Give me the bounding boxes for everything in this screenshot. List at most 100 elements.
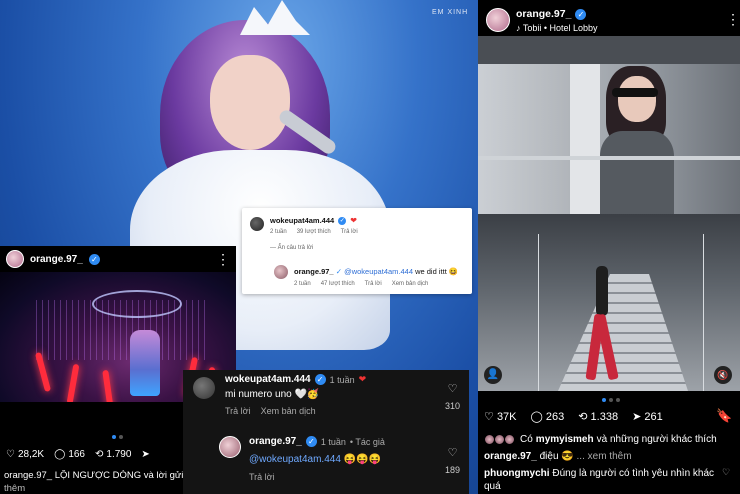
username[interactable]: orange.97_ [516,8,571,20]
reply-username[interactable]: orange.97_ [294,267,334,276]
music-note-icon: ♪ [516,23,521,33]
reply-text: orange.97_ ✓ @wokeupat4am.444 we did itt… [294,267,458,276]
verified-icon: ✓ [335,267,342,276]
comment-count: 263 [545,411,565,423]
like-count: 28,2K [17,449,45,460]
comment-icon: ◯ [54,449,66,460]
post-image-bottom[interactable]: 👤 🔇 [478,214,740,391]
author-badge: • Tác giả [349,436,385,447]
reply-time: 1 tuần [320,436,346,447]
post-image-top[interactable] [478,36,740,214]
comment-button[interactable]: ◯ 263 [531,410,565,423]
cool-emoji-icon: 😎 [561,451,574,462]
liked-heart-icon: ❤ [358,374,367,384]
comment-button[interactable]: ◯ 166 [54,449,85,460]
mention-link[interactable]: @wokeupat4am.444 [344,267,413,276]
left-post-header: orange.97_ ✓ ⋮ [0,246,236,272]
red-light [102,369,114,402]
translate-link[interactable]: Xem bản dịch [261,406,316,416]
heart-icon: ♡ [447,383,458,395]
mention-link[interactable]: @wokeupat4am.444 [249,454,341,465]
reply-time: 2 tuần [294,281,311,287]
repost-button[interactable]: ⟲ 1.338 [578,410,618,423]
post-header: orange.97_ ✓ ♪ Tobii • Hotel Lobby ⋮ [482,4,740,36]
comment-username[interactable]: wokeupat4am.444 [270,216,334,225]
username[interactable]: orange.97_ [30,254,83,265]
avatar[interactable] [486,8,510,32]
like-count: 189 [445,465,461,475]
post-actions: ♡ 28,2K ◯ 166 ⟲ 1.790 ➤ [6,449,150,460]
like-count: 310 [445,401,461,411]
reply-body: we did ittt [415,267,447,276]
avatar[interactable] [219,436,241,458]
reply-likes[interactable]: 47 lượt thích [321,281,355,287]
reply-button[interactable]: Trả lời [225,406,251,416]
watermark: EM XINH [432,9,469,16]
comment-body: mi numero uno 🤍🥳 [225,389,320,400]
post-actions: ♡ 37K ◯ 263 ⟲ 1.338 ➤ 261 [484,410,663,423]
heart-icon: ♡ [484,411,494,423]
avatar[interactable] [6,250,24,268]
share-button[interactable]: ➤ 261 [632,410,663,423]
avatar[interactable] [274,265,288,279]
send-icon: ➤ [632,411,642,423]
liked-by-rest: và những người khác thích [596,434,717,445]
send-icon: ➤ [141,449,150,460]
staircase [558,274,688,391]
ceiling [478,36,740,64]
heart-icon[interactable]: ♡ [722,467,730,478]
liked-by[interactable]: Có mymyismeh và những người khác thích [484,434,717,445]
music-label[interactable]: ♪ Tobii • Hotel Lobby [516,23,598,33]
caption-username[interactable]: orange.97_ [484,451,537,462]
like-comment-button[interactable]: ♡ 310 [445,382,460,411]
bookmark-icon[interactable]: 🔖 [716,408,732,424]
like-button[interactable]: ♡ 37K [484,410,517,423]
avatar[interactable] [193,377,215,399]
comment-username[interactable]: phuongmychi [484,468,550,479]
heart-icon: ♡ [447,447,458,459]
verified-icon: ✓ [338,216,347,225]
like-reply-button[interactable]: ♡ 189 [445,446,460,475]
verified-icon: ✓ [88,253,100,265]
heart-emoji-icon: ❤ [350,216,357,225]
reply-button[interactable]: Trả lời [249,472,275,482]
dress [600,131,674,214]
see-more-link[interactable]: thêm [4,483,25,494]
right-post: orange.97_ ✓ ♪ Tobii • Hotel Lobby ⋮ 👤 🔇… [478,0,740,494]
performer [130,330,160,396]
share-count: 261 [644,411,663,423]
avatar [504,434,515,445]
model-body [596,266,608,316]
preview-comment: phuongmychi Đúng là người có tình yêu nh… [484,467,724,493]
reply-button[interactable]: Trả lời [341,229,358,235]
rail-post [703,234,704,391]
like-button[interactable]: ♡ 28,2K [6,449,44,460]
stage-ring [92,290,182,318]
see-more-link[interactable]: ... xem thêm [577,451,632,462]
headpiece [240,0,310,35]
more-options-icon[interactable]: ⋮ [216,252,230,266]
performer-face [210,55,290,150]
mute-icon[interactable]: 🔇 [714,366,732,384]
caption-text: điệu [539,451,559,462]
comment-username[interactable]: wokeupat4am.444 [225,374,311,385]
more-options-icon[interactable]: ⋮ [726,12,740,26]
repost-icon: ⟲ [95,449,104,460]
carousel-indicator [602,398,620,402]
railing [478,156,740,160]
comment-time: 2 tuần [270,229,287,235]
comment-meta: Trả lời Xem bản dịch [225,406,316,416]
repost-button[interactable]: ⟲ 1.790 [95,449,131,460]
translate-link[interactable]: Xem bản dịch [392,281,429,287]
comment-time: 1 tuần [329,374,355,385]
tagged-user-icon[interactable]: 👤 [484,366,502,384]
reply-username[interactable]: orange.97_ [249,436,302,447]
avatar[interactable] [250,217,264,231]
laugh-emoji-icon: 😆 [448,267,459,276]
share-button[interactable]: ➤ [141,449,149,460]
reply-button[interactable]: Trả lời [365,281,382,287]
comment-likes[interactable]: 39 lượt thích [297,229,331,235]
hide-replies-link[interactable]: — Ẩn câu trả lời [270,245,313,251]
liked-by-user[interactable]: mymyismeh [536,434,594,445]
repost-count: 1.338 [590,411,619,423]
